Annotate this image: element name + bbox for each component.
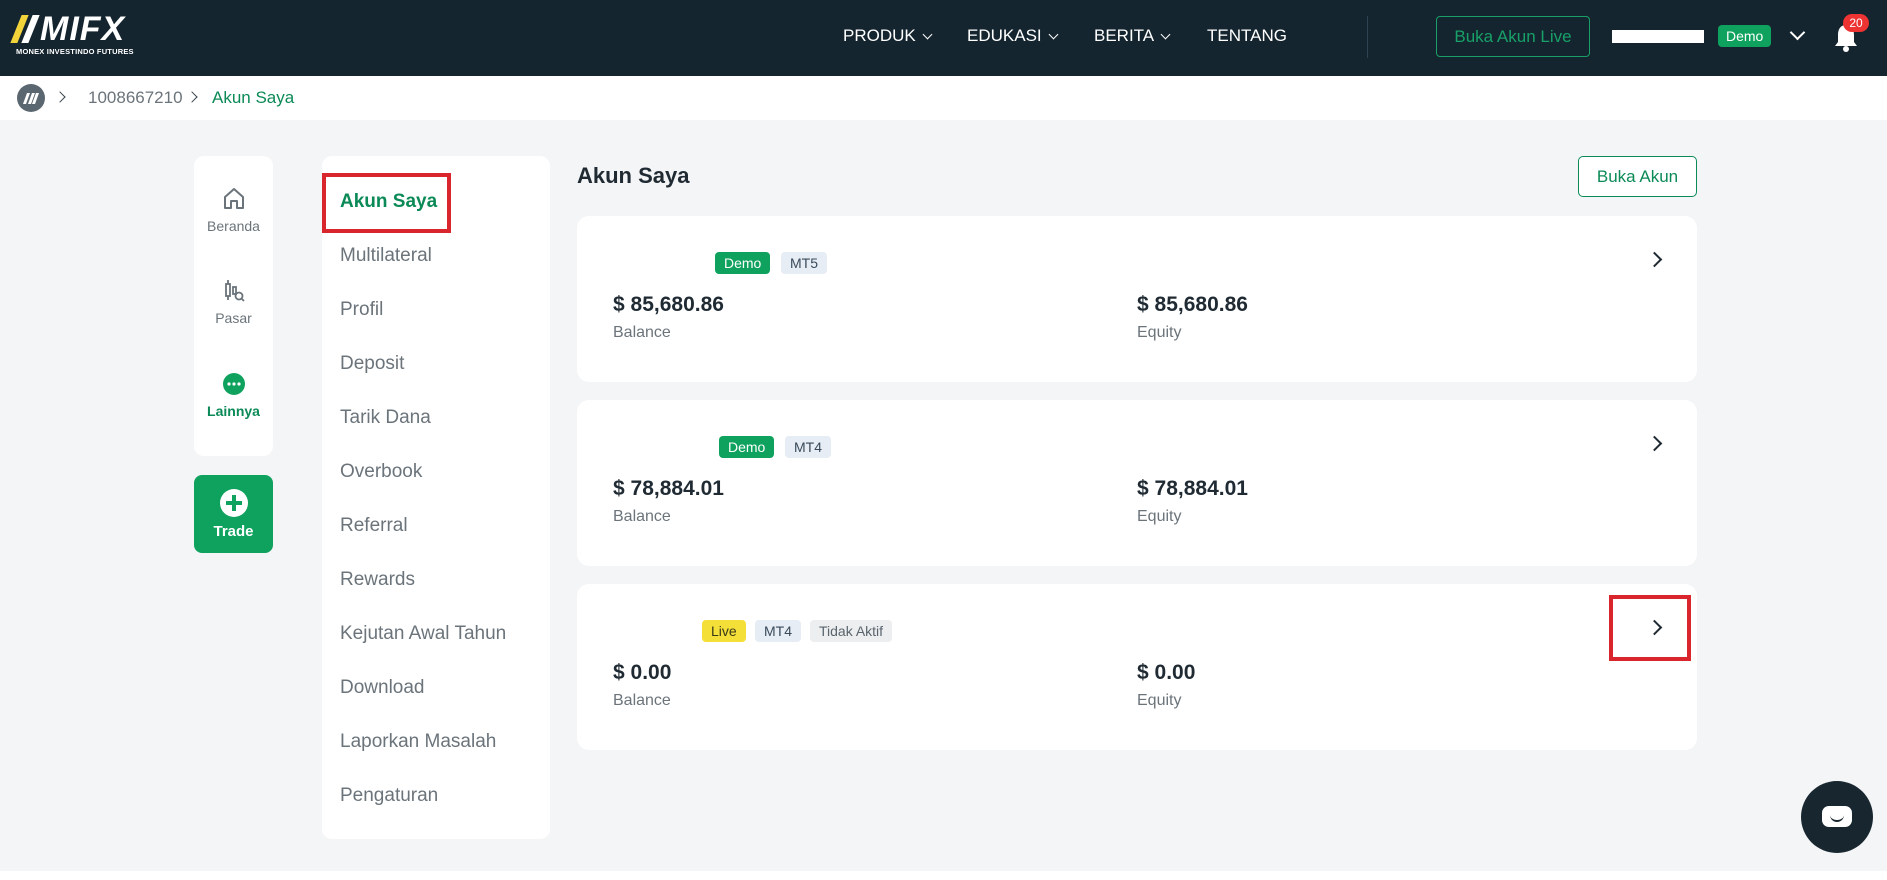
nav-produk[interactable]: PRODUK [843, 26, 933, 46]
mifx-logo[interactable]: MIFX MONEX INVESTINDO FUTURES [10, 10, 161, 58]
platform-badge: MT4 [785, 436, 831, 458]
chevron-down-icon[interactable] [1789, 24, 1806, 41]
chevron-down-icon [922, 29, 933, 39]
breadcrumb-current: Akun Saya [212, 88, 295, 107]
open-live-account-button[interactable]: Buka Akun Live [1436, 16, 1590, 57]
balance-value: $ 0.00 [613, 661, 672, 684]
balance-label: Balance [613, 508, 671, 525]
breadcrumb-account-number[interactable]: 1008667210 [88, 88, 183, 108]
nav-label: PRODUK [843, 26, 916, 45]
highlight-box [1609, 595, 1691, 661]
status-badge: Tidak Aktif [810, 620, 893, 642]
menu-item-multilateral[interactable]: Multilateral [340, 245, 432, 267]
chevron-right-icon [54, 91, 66, 103]
nav-edukasi[interactable]: EDUKASI [967, 26, 1059, 46]
rail-label: Pasar [215, 310, 252, 326]
account-type-badge: Live [702, 620, 746, 642]
equity-label: Equity [1137, 692, 1182, 709]
account-type-badge: Demo [715, 252, 771, 274]
nav-label: BERITA [1094, 26, 1155, 45]
account-card[interactable]: Live MT4 Tidak Aktif $ 0.00 Balance $ 0.… [577, 584, 1697, 750]
open-account-button[interactable]: Buka Akun [1578, 156, 1697, 197]
menu-item-laporkan-masalah[interactable]: Laporkan Masalah [340, 731, 496, 753]
equity-value: $ 78,884.01 [1137, 477, 1248, 500]
logo-subtitle: MONEX INVESTINDO FUTURES [16, 47, 134, 56]
chevron-down-icon [1048, 29, 1059, 39]
account-card[interactable]: Demo MT4 $ 78,884.01 Balance $ 78,884.01… [577, 400, 1697, 566]
balance-value: $ 78,884.01 [613, 477, 724, 500]
rail-item-lainnya[interactable]: Lainnya [194, 371, 273, 419]
chevron-right-icon [186, 91, 198, 103]
trade-label: Trade [213, 523, 254, 540]
menu-item-download[interactable]: Download [340, 677, 425, 699]
nav-tentang[interactable]: TENTANG [1207, 26, 1287, 46]
menu-item-tarik-dana[interactable]: Tarik Dana [340, 407, 431, 429]
account-card[interactable]: Demo MT5 $ 85,680.86 Balance $ 85,680.86… [577, 216, 1697, 382]
equity-label: Equity [1137, 324, 1182, 341]
platform-badge: MT5 [781, 252, 827, 274]
platform-badge: MT4 [755, 620, 801, 642]
more-icon [222, 373, 245, 395]
page-bottom [0, 871, 1887, 880]
chevron-right-icon[interactable] [1646, 251, 1663, 268]
top-navbar: MIFX MONEX INVESTINDO FUTURES PRODUK EDU… [0, 0, 1887, 76]
menu-item-deposit[interactable]: Deposit [340, 353, 404, 375]
chevron-right-icon[interactable] [1646, 435, 1663, 452]
balance-label: Balance [613, 692, 671, 709]
balance-label: Balance [613, 324, 671, 341]
equity-value: $ 0.00 [1137, 661, 1196, 684]
chevron-down-icon [1160, 29, 1171, 39]
balance-value: $ 85,680.86 [613, 293, 724, 316]
equity-value: $ 85,680.86 [1137, 293, 1248, 316]
menu-item-pengaturan[interactable]: Pengaturan [340, 785, 438, 807]
menu-item-rewards[interactable]: Rewards [340, 569, 415, 591]
account-menu: Akun Saya Multilateral Profil Deposit Ta… [322, 156, 550, 839]
redacted-username[interactable] [1612, 30, 1704, 43]
menu-item-kejutan-awal-tahun[interactable]: Kejutan Awal Tahun [340, 623, 506, 645]
rail-label: Beranda [207, 218, 260, 234]
account-type-badge: Demo [719, 436, 775, 458]
trade-button[interactable]: Trade [194, 475, 273, 553]
highlight-box [322, 173, 451, 233]
equity-label: Equity [1137, 508, 1182, 525]
account-type-badge: Demo [1718, 25, 1772, 47]
market-icon [224, 280, 245, 302]
nav-label: EDUKASI [967, 26, 1042, 45]
breadcrumb: 1008667210 Akun Saya [0, 76, 1887, 120]
logo-mark: MIFX [10, 10, 126, 48]
menu-item-overbook[interactable]: Overbook [340, 461, 422, 483]
nav-label: TENTANG [1207, 26, 1287, 45]
page-title: Akun Saya [577, 163, 690, 188]
side-rail: Beranda Pasar Lainnya [194, 156, 273, 456]
menu-item-profil[interactable]: Profil [340, 299, 383, 321]
plus-icon [219, 489, 248, 517]
mifx-logo-icon[interactable] [17, 84, 45, 112]
header-divider [1367, 16, 1368, 58]
chat-icon [1822, 806, 1852, 827]
logo-word: MIFX [40, 10, 126, 48]
rail-item-beranda[interactable]: Beranda [194, 186, 273, 234]
rail-label: Lainnya [207, 403, 260, 419]
home-icon [223, 188, 244, 209]
notification-count-badge: 20 [1843, 14, 1869, 32]
menu-item-referral[interactable]: Referral [340, 515, 408, 537]
chat-support-button[interactable] [1801, 781, 1873, 853]
rail-item-pasar[interactable]: Pasar [194, 278, 273, 326]
nav-berita[interactable]: BERITA [1094, 26, 1171, 46]
